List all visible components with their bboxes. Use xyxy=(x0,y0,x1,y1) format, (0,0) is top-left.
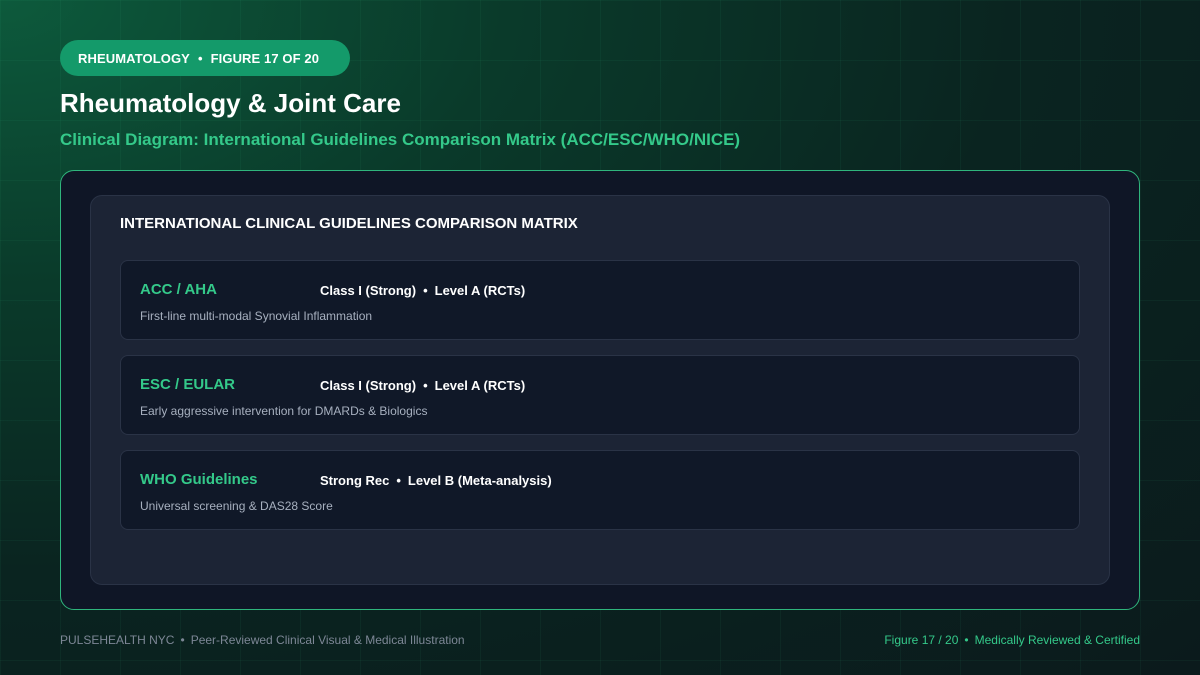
guideline-row-who: WHO Guidelines Strong Rec • Level B (Meta-… xyxy=(120,450,1080,530)
guideline-description: Early aggressive intervention for DMARDs… xyxy=(140,404,428,418)
grade-separator: • xyxy=(423,378,428,393)
guideline-org: ACC / AHA xyxy=(140,281,217,298)
guideline-org: WHO Guidelines xyxy=(140,471,258,488)
guideline-grade: Class I (Strong) • Level A (RCTs) xyxy=(320,283,525,298)
guideline-org: ESC / EULAR xyxy=(140,376,236,393)
footer-separator: • xyxy=(180,633,185,647)
grade-separator: • xyxy=(396,473,401,488)
guideline-row-acc-aha: ACC / AHA Class I (Strong) • Level A (RCTs… xyxy=(120,260,1080,340)
category-badge: RHEUMATOLOGY • FIGURE 17 OF 20 xyxy=(60,40,350,76)
footer-separator: • xyxy=(964,633,969,647)
guideline-level: Level A (RCTs) xyxy=(434,283,526,298)
badge-category: RHEUMATOLOGY xyxy=(78,50,190,66)
footer-brand: PULSEHEALTH NYC xyxy=(60,633,175,647)
page-subtitle: Clinical Diagram: International Guidelin… xyxy=(60,130,741,149)
footer-tagline: Peer-Reviewed Clinical Visual & Medical … xyxy=(190,633,465,647)
footer-credits: PULSEHEALTH NYC • Peer-Reviewed Clinical V… xyxy=(60,633,465,647)
guideline-strength: Strong Rec xyxy=(320,473,390,488)
footer-figure: Figure 17 / 20 xyxy=(884,633,959,647)
guideline-strength: Class I (Strong) xyxy=(320,378,417,393)
footer-certification: Medically Reviewed & Certified xyxy=(974,633,1140,647)
guideline-grade: Strong Rec • Level B (Meta-analysis) xyxy=(320,473,552,488)
guideline-strength: Class I (Strong) xyxy=(320,283,417,298)
guideline-grade: Class I (Strong) • Level A (RCTs) xyxy=(320,378,525,393)
grade-separator: • xyxy=(423,283,428,298)
guideline-level: Level A (RCTs) xyxy=(434,378,526,393)
matrix-title: INTERNATIONAL CLINICAL GUIDELINES COMPAR… xyxy=(120,215,578,232)
badge-figure: FIGURE 17 OF 20 xyxy=(210,50,320,66)
badge-separator: • xyxy=(197,50,203,66)
page-title: Rheumatology & Joint Care xyxy=(60,88,401,118)
guideline-description: First-line multi-modal Synovial Inflamma… xyxy=(140,309,373,323)
guideline-row-esc-eular: ESC / EULAR Class I (Strong) • Level A (RC… xyxy=(120,355,1080,435)
guideline-level: Level B (Meta-analysis) xyxy=(407,473,552,488)
footer-figure-info: Figure 17 / 20 • Medically Reviewed & Cert… xyxy=(884,633,1140,647)
guideline-description: Universal screening & DAS28 Score xyxy=(140,499,333,513)
